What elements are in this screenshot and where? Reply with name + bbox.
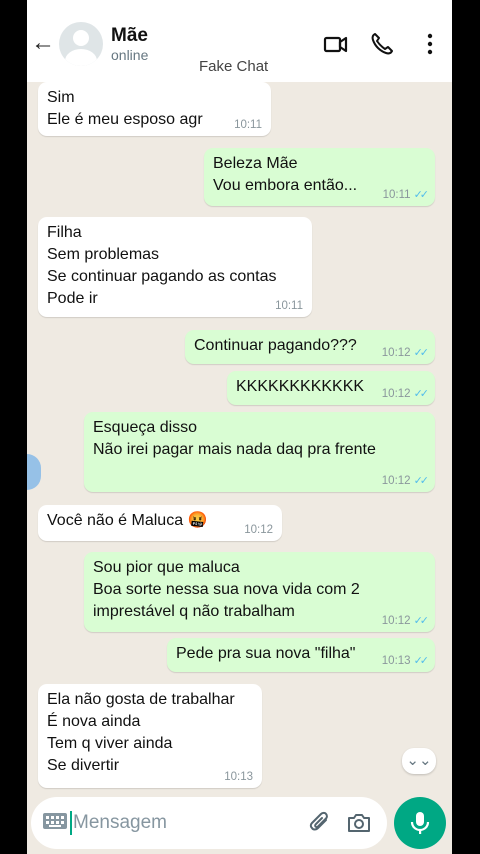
read-receipt-icon: ✓✓ xyxy=(413,347,430,359)
message-text: Esqueça disso Não irei pagar mais nada d… xyxy=(93,419,376,458)
back-arrow-icon[interactable]: ← xyxy=(31,30,55,56)
message-text: Ela não gosta de trabalhar É nova ainda … xyxy=(47,691,235,774)
message-bubble-outgoing[interactable]: Continuar pagando??? 10:12 ✓✓ xyxy=(185,330,435,364)
message-time: 10:13 ✓✓ xyxy=(381,655,430,667)
message-bubble-outgoing[interactable]: Esqueça disso Não irei pagar mais nada d… xyxy=(84,412,435,492)
message-bubble-incoming[interactable]: Você não é Maluca 🤬 10:12 xyxy=(38,505,282,541)
chat-header: ← Mãe online Fake Chat xyxy=(27,0,452,82)
message-input[interactable]: Mensagem xyxy=(73,812,167,834)
message-text: Você não é Maluca 🤬 xyxy=(47,512,208,529)
read-receipt-icon: ✓✓ xyxy=(413,475,430,487)
read-receipt-icon: ✓✓ xyxy=(413,189,430,201)
contact-status: online xyxy=(111,47,149,63)
phone-call-icon[interactable] xyxy=(369,31,395,57)
message-composer[interactable]: Mensagem xyxy=(31,797,387,849)
camera-icon[interactable] xyxy=(346,810,372,836)
message-text: Beleza Mãe Vou embora então... xyxy=(213,155,358,194)
read-receipt-icon: ✓✓ xyxy=(413,655,430,667)
message-time: 10:11 xyxy=(234,119,262,131)
read-receipt-icon: ✓✓ xyxy=(413,615,430,627)
more-options-icon[interactable] xyxy=(417,31,443,57)
contact-name[interactable]: Mãe xyxy=(111,25,148,47)
voice-message-button[interactable] xyxy=(394,797,446,849)
message-time: 10:11 xyxy=(275,300,303,312)
message-bubble-outgoing[interactable]: Sou pior que maluca Boa sorte nessa sua … xyxy=(84,552,435,632)
message-text: KKKKKKKKKKKK xyxy=(236,378,365,395)
message-bubble-outgoing[interactable]: Pede pra sua nova "filha" 10:13 ✓✓ xyxy=(167,638,435,672)
message-text: Sou pior que maluca Boa sorte nessa sua … xyxy=(93,559,360,620)
message-text: Continuar pagando??? xyxy=(194,337,357,354)
keyboard-icon[interactable] xyxy=(42,811,68,831)
message-list[interactable]: Sim Ele é meu esposo agr 10:11 Beleza Mã… xyxy=(27,82,452,792)
microphone-icon xyxy=(410,812,430,834)
message-bubble-outgoing[interactable]: KKKKKKKKKKKK 10:12 ✓✓ xyxy=(227,371,435,405)
message-time: 10:12 ✓✓ xyxy=(381,347,430,359)
message-time: 10:12 ✓✓ xyxy=(381,475,430,487)
attach-icon[interactable] xyxy=(307,810,333,836)
message-bubble-incoming[interactable]: Sim Ele é meu esposo agr 10:11 xyxy=(38,82,271,136)
avatar-head-shape xyxy=(73,30,89,46)
video-call-icon[interactable] xyxy=(323,31,349,57)
watermark-label: Fake Chat xyxy=(199,58,269,75)
message-text: Sim Ele é meu esposo agr xyxy=(47,89,203,128)
message-bubble-incoming[interactable]: Filha Sem problemas Se continuar pagando… xyxy=(38,217,312,317)
message-bubble-outgoing[interactable]: Beleza Mãe Vou embora então... 10:11 ✓✓ xyxy=(204,148,435,206)
message-time: 10:12 ✓✓ xyxy=(381,615,430,627)
message-time: 10:12 xyxy=(244,524,273,536)
message-bubble-incoming[interactable]: Ela não gosta de trabalhar É nova ainda … xyxy=(38,684,262,788)
read-receipt-icon: ✓✓ xyxy=(413,388,430,400)
avatar-body-shape xyxy=(65,49,97,66)
message-time: 10:11 ✓✓ xyxy=(382,189,430,201)
avatar[interactable] xyxy=(59,22,103,66)
message-text: Pede pra sua nova "filha" xyxy=(176,645,356,662)
message-time: 10:12 ✓✓ xyxy=(381,388,430,400)
message-text: Filha Sem problemas Se continuar pagando… xyxy=(47,224,277,307)
chat-screen: ← Mãe online Fake Chat Sim Ele é meu esp… xyxy=(27,0,452,854)
message-time: 10:13 xyxy=(224,771,253,783)
text-cursor xyxy=(70,811,72,835)
scroll-to-bottom-button[interactable]: ⌄⌄ xyxy=(402,748,436,774)
